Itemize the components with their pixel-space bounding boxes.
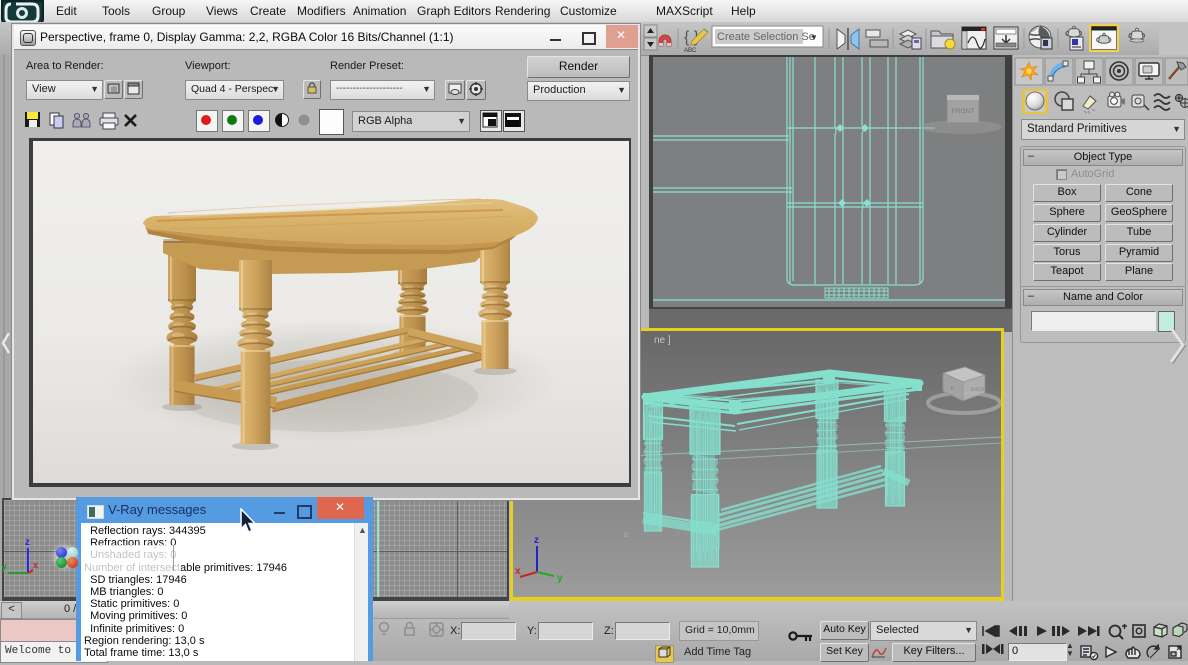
svg-text:z: z <box>534 535 539 546</box>
svg-text:y: y <box>557 573 563 584</box>
svg-text:z: z <box>25 537 30 548</box>
svg-text:x: x <box>515 566 521 577</box>
svg-text:y: y <box>1 562 7 573</box>
svg-text:x: x <box>33 560 38 570</box>
svg-text:c: c <box>624 529 629 539</box>
svg-text:ne ]: ne ] <box>654 335 671 346</box>
svg-text:FRONT: FRONT <box>952 108 974 115</box>
svg-text:F: F <box>951 386 954 392</box>
svg-text:▼: ▼ <box>810 33 818 42</box>
svg-text:ABC: ABC <box>684 48 697 54</box>
svg-text:BACK: BACK <box>971 387 985 393</box>
svg-text:Create Selection Se: Create Selection Se <box>717 31 815 43</box>
